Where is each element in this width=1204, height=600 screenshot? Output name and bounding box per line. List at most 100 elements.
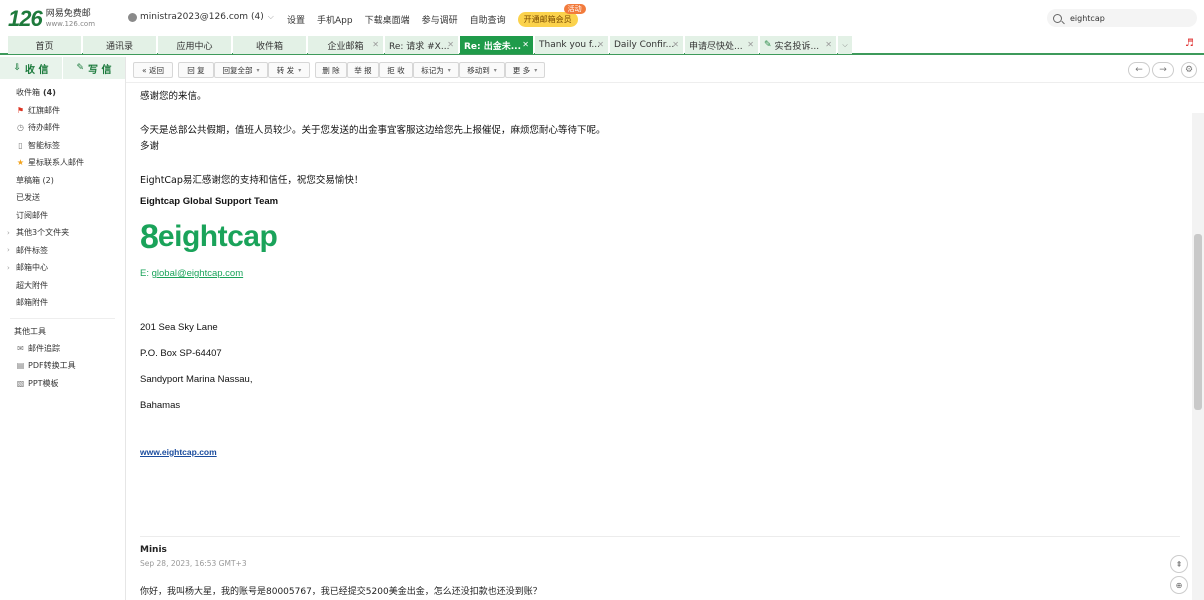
mail-toolbar: « 返回 回 复 回复全部 ▾ 转 发 ▾ 删 除 举 报 拒 收 标记为 ▾ 移动到…	[126, 57, 1204, 83]
sidebar-item-inbox[interactable]: 收件箱 (4)	[0, 84, 125, 102]
eightcap-logo: 8 eightcap	[140, 220, 278, 254]
search-box[interactable]	[1047, 9, 1197, 27]
top-nav: 设置 手机App 下载桌面端 参与调研 自助查询 开通邮箱会员 活动	[287, 4, 586, 27]
top-bar: 126 网易免费邮 www.126.com ministra2023@126.c…	[0, 0, 1204, 36]
help-link[interactable]: 自助查询	[470, 13, 506, 26]
compose-button[interactable]: ✎ 写 信	[63, 57, 125, 79]
back-button[interactable]: « 返回	[133, 62, 173, 78]
sidebar-item-large-attachments[interactable]: 超大附件	[0, 277, 125, 295]
address-line: P.O. Box SP-64407	[140, 348, 222, 359]
tab-mail-apply[interactable]: 申请尽快处... ✕	[685, 36, 759, 54]
mobile-app-link[interactable]: 手机App	[317, 13, 353, 26]
tool-mail-tracking[interactable]: ✉ 邮件追踪	[0, 340, 125, 358]
receive-button[interactable]: ⇩ 收 信	[0, 57, 63, 79]
sidebar-item-attachments[interactable]: 邮箱附件	[0, 294, 125, 312]
sidebar-item-subscriptions[interactable]: 订阅邮件	[0, 207, 125, 225]
sidebar-item-todo[interactable]: ◷ 待办邮件	[0, 119, 125, 137]
chevron-down-icon: ▾	[298, 66, 302, 74]
chevron-down-icon: ▾	[493, 66, 497, 74]
sidebar: ⇩ 收 信 ✎ 写 信 收件箱 (4) ⚑ 红旗邮件 ◷ 待办邮件 ▯ 智能标签 ★ 星标联系…	[0, 57, 126, 600]
signature-team: Eightcap Global Support Team	[140, 196, 279, 207]
settings-link[interactable]: 设置	[287, 13, 305, 26]
account-email: ministra2023@126.com	[140, 12, 249, 22]
scroll-top-button[interactable]: ⇞	[1170, 555, 1188, 573]
vip-label: 开通邮箱会员	[523, 15, 572, 24]
quoted-text: 你好，我叫杨大星，我的账号是80005767，我已经提交5200美金出金，怎么还…	[140, 587, 542, 597]
address-line: 201 Sea Sky Lane	[140, 322, 218, 333]
sidebar-item-mail-tags[interactable]: › 邮件标签	[0, 242, 125, 260]
tab-mail-thank-you[interactable]: Thank you f... ✕	[535, 36, 609, 54]
previous-mail-button[interactable]: ←	[1128, 62, 1150, 78]
mark-as-button[interactable]: 标记为 ▾	[413, 62, 459, 78]
report-button[interactable]: 举 报	[347, 62, 379, 78]
sidebar-item-sent[interactable]: 已发送	[0, 189, 125, 207]
next-mail-button[interactable]: →	[1152, 62, 1174, 78]
signature-email-link[interactable]: global@eightcap.com	[152, 268, 244, 279]
close-icon[interactable]: ✕	[672, 40, 679, 49]
close-icon[interactable]: ✕	[597, 40, 604, 49]
tabs-more-button[interactable]: ⌵	[838, 36, 852, 54]
tab-mail-request[interactable]: Re: 请求 #X... ✕	[385, 36, 459, 54]
close-icon[interactable]: ✕	[747, 40, 754, 49]
scrollbar[interactable]	[1192, 113, 1204, 600]
sidebar-item-other-folders[interactable]: › 其他3个文件夹	[0, 224, 125, 242]
chevron-right-icon: ›	[7, 228, 10, 237]
clock-icon: ◷	[17, 123, 24, 133]
scrollbar-thumb[interactable]	[1194, 234, 1202, 410]
folder-list: 收件箱 (4) ⚑ 红旗邮件 ◷ 待办邮件 ▯ 智能标签 ★ 星标联系人邮件 草稿箱 (2…	[0, 79, 125, 312]
arrow-right-icon: →	[1159, 65, 1167, 75]
tool-pdf-converter[interactable]: ▤ PDF转换工具	[0, 357, 125, 375]
chevron-right-icon: ›	[7, 246, 10, 255]
flag-icon: ⚑	[16, 105, 25, 115]
tab-enterprise-mail[interactable]: 企业邮箱 ✕	[308, 36, 384, 54]
inbox-tray-icon: ⇩	[13, 63, 22, 73]
close-icon[interactable]: ✕	[372, 40, 379, 49]
tag-icon: ▯	[18, 140, 23, 150]
chevron-down-icon: ▾	[534, 66, 538, 74]
vip-button[interactable]: 开通邮箱会员 活动	[517, 4, 586, 27]
close-icon[interactable]: ✕	[825, 40, 832, 49]
search-icon	[1053, 13, 1062, 23]
tab-contacts[interactable]: 通讯录	[83, 36, 157, 54]
move-to-button[interactable]: 移动到 ▾	[459, 62, 505, 78]
close-icon[interactable]: ✕	[447, 40, 454, 49]
website-link[interactable]: www.eightcap.com	[140, 447, 217, 457]
sidebar-item-flagged[interactable]: ⚑ 红旗邮件	[0, 102, 125, 120]
tab-mail-complaint[interactable]: ✎ 实名投诉... ✕	[760, 36, 837, 54]
reject-button[interactable]: 拒 收	[379, 62, 413, 78]
divider	[10, 317, 115, 319]
survey-link[interactable]: 参与调研	[422, 13, 458, 26]
forward-button[interactable]: 转 发 ▾	[268, 62, 310, 78]
tab-home[interactable]: 首页	[8, 36, 82, 54]
more-button[interactable]: 更 多 ▾	[505, 62, 545, 78]
address-line: Sandyport Marina Nassau,	[140, 374, 253, 385]
account-menu[interactable]: ministra2023@126.com (4) ⌵	[128, 12, 274, 22]
arrow-up-icon: ⇞	[1175, 559, 1183, 569]
sidebar-item-smart-tags[interactable]: ▯ 智能标签	[0, 137, 125, 155]
search-input[interactable]	[1070, 13, 1180, 23]
sidebar-item-mail-center[interactable]: › 邮箱中心	[0, 259, 125, 277]
vip-badge: 活动	[563, 4, 586, 14]
desktop-download-link[interactable]: 下载桌面端	[365, 13, 410, 26]
close-icon[interactable]: ✕	[522, 40, 529, 49]
logo[interactable]: 126 网易免费邮 www.126.com	[8, 6, 95, 32]
inbox-count: (4)	[43, 88, 56, 98]
tab-mail-withdrawal[interactable]: Re: 出金未... ✕	[460, 36, 534, 54]
tab-mail-daily-confirm[interactable]: Daily Confir... ✕	[610, 36, 684, 54]
gear-icon[interactable]: ⚙	[1181, 62, 1197, 78]
music-icon[interactable]: ♬	[1185, 38, 1194, 49]
chevron-down-icon: ⌵	[267, 12, 274, 21]
logo-name: 网易免费邮	[45, 9, 91, 19]
reply-button[interactable]: 回 复	[178, 62, 214, 78]
pencil-icon: ✎	[764, 40, 772, 50]
tool-ppt-template[interactable]: ▧ PPT模板	[0, 375, 125, 393]
tab-app-center[interactable]: 应用中心	[158, 36, 232, 54]
tab-inbox[interactable]: 收件箱	[233, 36, 307, 54]
chevron-down-icon: ▾	[256, 66, 260, 74]
sidebar-item-drafts[interactable]: 草稿箱 (2)	[0, 172, 125, 190]
quoted-sender: Minis	[140, 545, 167, 555]
sidebar-item-starred[interactable]: ★ 星标联系人邮件	[0, 154, 125, 172]
delete-button[interactable]: 删 除	[315, 62, 347, 78]
reply-all-button[interactable]: 回复全部 ▾	[214, 62, 268, 78]
zoom-button[interactable]: ⊕	[1170, 576, 1188, 594]
